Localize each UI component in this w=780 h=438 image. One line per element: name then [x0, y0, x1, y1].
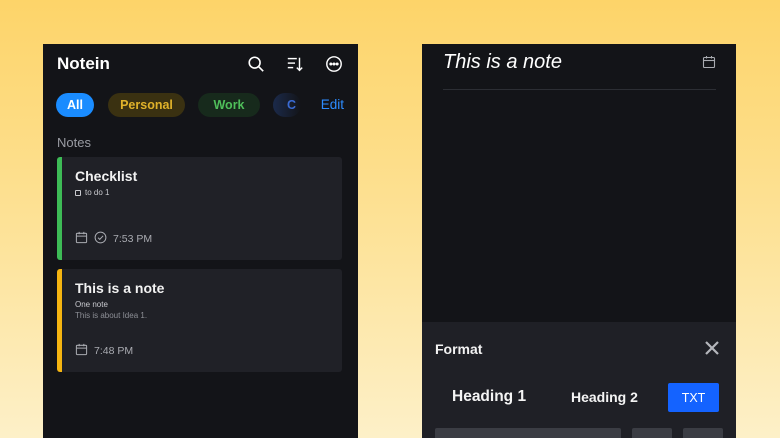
note-time: 7:48 PM: [94, 345, 134, 357]
chip-partial[interactable]: C: [273, 93, 301, 117]
filter-chips: All Personal Work C Edit: [56, 93, 358, 117]
note-title: Checklist: [75, 168, 138, 184]
format-title: Format: [435, 341, 483, 357]
format-option-button[interactable]: [632, 428, 672, 438]
txt-button[interactable]: TXT: [668, 383, 719, 412]
note-title: This is a note: [75, 280, 165, 296]
note-editor-screen: This is a note Format Heading 1 Heading …: [422, 44, 736, 438]
note-preview-line: One note: [75, 300, 108, 309]
chip-all[interactable]: All: [56, 93, 94, 117]
app-header: Notein: [43, 44, 358, 84]
note-card[interactable]: This is a note One note This is about Id…: [57, 269, 342, 372]
search-icon[interactable]: [247, 55, 265, 73]
checklist-item-label: to do 1: [85, 188, 110, 197]
note-preview-line: This is about Idea 1.: [75, 311, 148, 320]
title-divider: [443, 89, 716, 90]
note-accent-bar: [57, 157, 62, 260]
note-meta: 7:53 PM: [75, 231, 152, 247]
calendar-icon: [75, 343, 88, 359]
app-title: Notein: [57, 54, 110, 73]
heading2-button[interactable]: Heading 2: [571, 389, 638, 405]
format-option-button[interactable]: [683, 428, 723, 438]
checklist-item: to do 1: [75, 188, 109, 197]
section-label: Notes: [57, 135, 91, 150]
heading1-button[interactable]: Heading 1: [452, 388, 526, 406]
edit-button[interactable]: Edit: [321, 97, 344, 112]
note-card[interactable]: Checklist to do 1 7:53 PM: [57, 157, 342, 260]
format-option-button[interactable]: [435, 428, 621, 438]
notes-list-screen: Notein All Personal Work C Edit Notes Ch…: [43, 44, 358, 438]
check-circle-icon: [94, 231, 107, 247]
more-icon[interactable]: [325, 55, 343, 73]
note-meta: 7:48 PM: [75, 343, 133, 359]
calendar-icon: [75, 231, 88, 247]
note-time: 7:53 PM: [113, 233, 153, 245]
note-accent-bar: [57, 269, 62, 372]
format-sheet: Format Heading 1 Heading 2 TXT: [422, 322, 736, 438]
sort-icon[interactable]: [286, 55, 304, 73]
note-title-field[interactable]: This is a note: [443, 51, 562, 74]
chip-work[interactable]: Work: [198, 93, 260, 117]
chip-personal[interactable]: Personal: [108, 93, 185, 117]
calendar-icon[interactable]: [702, 55, 716, 69]
checkbox-icon: [75, 189, 81, 196]
close-icon[interactable]: [704, 340, 720, 356]
